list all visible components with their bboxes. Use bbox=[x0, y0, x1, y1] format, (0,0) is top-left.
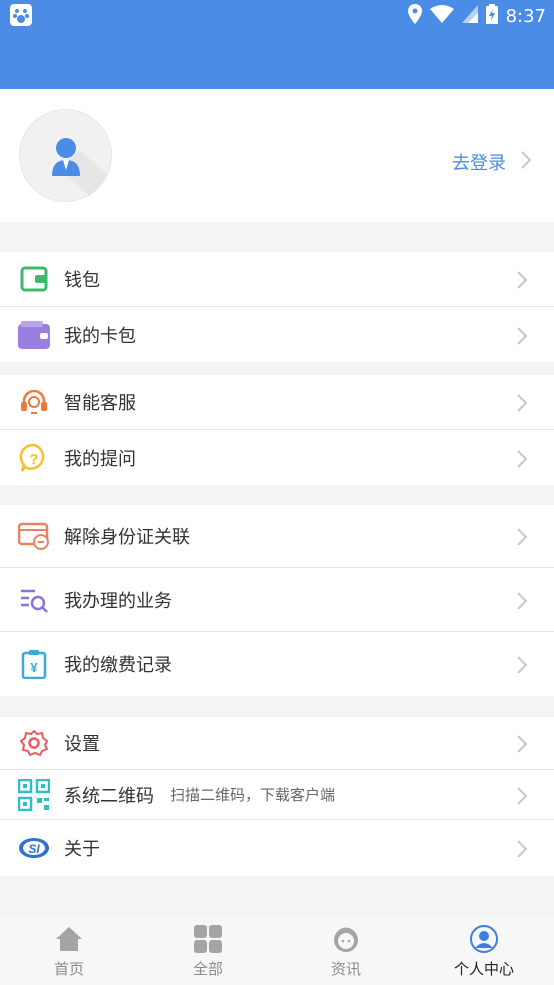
header-band bbox=[0, 32, 554, 89]
menu-item-card-bag[interactable]: 我的卡包 bbox=[0, 307, 554, 362]
menu-label: 我办理的业务 bbox=[64, 590, 172, 612]
payment-record-icon: ¥ bbox=[18, 648, 50, 680]
chevron-right-icon bbox=[516, 591, 528, 615]
menu-label: 关于 bbox=[64, 839, 100, 860]
chevron-right-icon bbox=[516, 786, 528, 810]
location-icon bbox=[407, 4, 422, 28]
menu-group-wallet: 钱包 我的卡包 bbox=[0, 252, 554, 362]
menu-item-unbind-id[interactable]: 解除身份证关联 bbox=[0, 505, 554, 568]
chevron-right-icon bbox=[516, 839, 528, 863]
svg-text:¥: ¥ bbox=[30, 660, 38, 675]
status-time: 8:37 bbox=[505, 5, 546, 27]
tab-label: 首页 bbox=[53, 960, 84, 978]
chevron-right-icon bbox=[516, 270, 528, 294]
chevron-right-icon bbox=[516, 393, 528, 417]
wallet-icon bbox=[18, 263, 50, 295]
tab-label: 全部 bbox=[192, 960, 223, 978]
menu-label: 智能客服 bbox=[64, 393, 136, 414]
id-card-icon bbox=[18, 520, 50, 552]
menu-label: 解除身份证关联 bbox=[64, 527, 190, 548]
menu-group-settings: 设置 系统二维码 扫描二维码，下载客户端 SI 关于 bbox=[0, 717, 554, 876]
menu-item-wallet[interactable]: 钱包 bbox=[0, 252, 554, 307]
tab-home[interactable]: 首页 bbox=[19, 924, 119, 984]
menu-label: 我的提问 bbox=[64, 448, 136, 470]
headset-icon bbox=[18, 386, 50, 418]
svg-text:SI: SI bbox=[28, 842, 40, 856]
login-label: 去登录 bbox=[452, 153, 506, 174]
search-list-icon bbox=[18, 584, 50, 616]
menu-item-my-business[interactable]: 我办理的业务 bbox=[0, 568, 554, 632]
menu-item-settings[interactable]: 设置 bbox=[0, 717, 554, 770]
battery-icon bbox=[485, 4, 498, 28]
grid-icon bbox=[193, 924, 223, 954]
menu-item-smart-service[interactable]: 智能客服 bbox=[0, 375, 554, 430]
home-icon bbox=[54, 924, 84, 954]
person-icon bbox=[469, 924, 499, 954]
chevron-right-icon bbox=[520, 150, 532, 174]
chevron-right-icon bbox=[516, 734, 528, 758]
avatar[interactable] bbox=[19, 109, 112, 202]
tab-personal-center[interactable]: 个人中心 bbox=[434, 924, 534, 984]
chevron-right-icon bbox=[516, 527, 528, 551]
bottom-tab-bar: 首页 全部 资讯 个人中心 bbox=[0, 918, 554, 985]
chevron-right-icon bbox=[516, 655, 528, 679]
menu-label: 系统二维码 bbox=[64, 785, 154, 807]
chevron-right-icon bbox=[516, 326, 528, 350]
menu-group-business: 解除身份证关联 我办理的业务 ¥ 我的缴费记录 bbox=[0, 505, 554, 696]
chevron-right-icon bbox=[516, 449, 528, 473]
menu-sublabel: 扫描二维码，下载客户端 bbox=[170, 786, 336, 804]
status-bar: 8:37 bbox=[0, 0, 554, 32]
menu-item-my-questions[interactable]: ? 我的提问 bbox=[0, 430, 554, 485]
question-icon: ? bbox=[18, 442, 50, 474]
tab-label: 资讯 bbox=[330, 960, 361, 978]
profile-card: 去登录 bbox=[0, 89, 554, 222]
menu-item-system-qr[interactable]: 系统二维码 扫描二维码，下载客户端 bbox=[0, 770, 554, 820]
tab-label: 个人中心 bbox=[453, 960, 514, 978]
menu-label: 设置 bbox=[64, 734, 100, 755]
login-link[interactable]: 去登录 bbox=[452, 149, 532, 175]
about-logo-icon: SI bbox=[18, 832, 50, 864]
news-icon bbox=[331, 924, 361, 954]
menu-label: 我的缴费记录 bbox=[64, 655, 172, 676]
baidu-app-icon bbox=[10, 4, 32, 26]
menu-label: 我的卡包 bbox=[64, 325, 136, 347]
qr-code-icon bbox=[18, 778, 50, 811]
card-bag-icon bbox=[18, 319, 50, 351]
menu-item-payment-records[interactable]: ¥ 我的缴费记录 bbox=[0, 632, 554, 696]
menu-label: 钱包 bbox=[64, 270, 100, 291]
tab-news[interactable]: 资讯 bbox=[296, 924, 396, 984]
signal-icon bbox=[461, 5, 478, 27]
tab-all[interactable]: 全部 bbox=[158, 924, 258, 984]
gear-icon bbox=[18, 727, 50, 759]
menu-group-service: 智能客服 ? 我的提问 bbox=[0, 375, 554, 485]
menu-item-about[interactable]: SI 关于 bbox=[0, 820, 554, 876]
wifi-icon bbox=[429, 5, 454, 27]
svg-text:?: ? bbox=[29, 451, 38, 468]
